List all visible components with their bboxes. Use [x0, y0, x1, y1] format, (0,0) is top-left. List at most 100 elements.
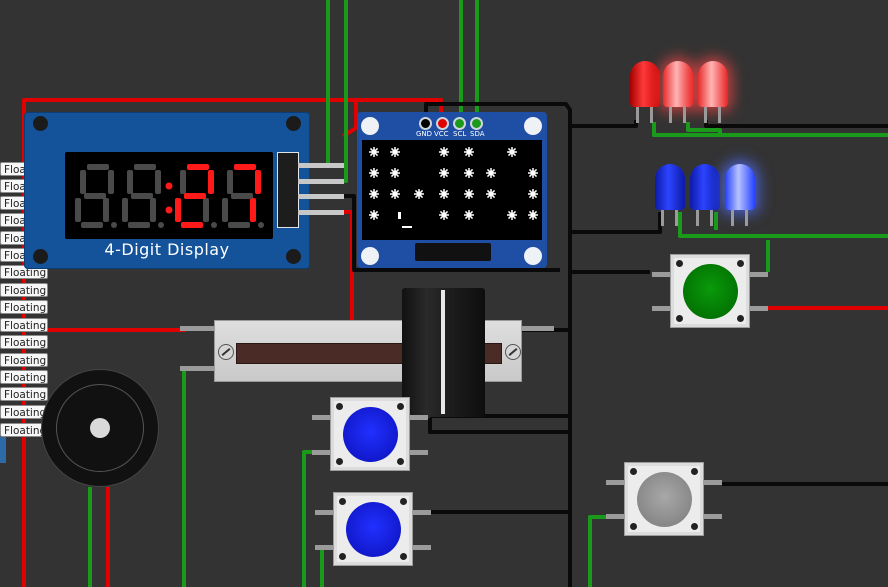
button-leg — [312, 450, 330, 455]
digit-4 — [222, 164, 264, 228]
button-corner — [630, 523, 637, 530]
green-pushbutton[interactable] — [670, 254, 750, 328]
mount-hole — [524, 247, 542, 265]
led-body — [630, 61, 660, 107]
wire-black-blue-leds — [570, 212, 662, 234]
mount-hole — [361, 247, 379, 265]
mount-hole — [361, 117, 379, 135]
oled-sprite — [439, 168, 449, 178]
floating-label: Floating — [0, 300, 48, 314]
button-leg — [750, 272, 768, 277]
segment-f — [127, 170, 133, 194]
oled-pixels — [369, 147, 538, 228]
oled-sprite — [390, 168, 400, 178]
led-leg — [718, 107, 721, 123]
segment-e — [122, 198, 128, 222]
oled-sprite — [486, 189, 496, 199]
button-corner — [737, 260, 744, 267]
segment-d — [81, 222, 103, 228]
oled-pin-gnd[interactable] — [419, 117, 432, 130]
mount-hole — [524, 117, 542, 135]
floating-label: Floating — [0, 370, 48, 384]
led-leg — [731, 210, 734, 226]
segment-g — [231, 193, 253, 199]
button-leg — [704, 480, 722, 485]
led-body — [725, 164, 755, 210]
segment-a — [134, 164, 156, 170]
segment-f — [80, 170, 86, 194]
led-leg — [745, 210, 748, 226]
led-leg — [704, 107, 707, 123]
button-corner — [397, 458, 404, 465]
digit-2 — [122, 164, 164, 228]
button-corner — [336, 458, 343, 465]
pot-knob-marker — [441, 290, 445, 414]
segment-e — [75, 198, 81, 222]
led-leg — [696, 210, 699, 226]
oled-sprite — [507, 210, 517, 220]
segment-a — [187, 164, 209, 170]
oled-pin-label: SCL — [453, 130, 467, 138]
header-pin[interactable] — [298, 210, 344, 215]
oled-pin-vcc[interactable] — [436, 117, 449, 130]
floating-label: Floating — [0, 387, 48, 401]
oled-pin-sda[interactable] — [470, 117, 483, 130]
oled-ship — [398, 212, 401, 219]
decimal-point — [258, 222, 264, 228]
simulator-canvas[interactable]: Floating Floating Floating Floating Floa… — [0, 0, 888, 587]
wire-green-pot — [182, 366, 186, 587]
blue-pushbutton-2[interactable] — [333, 492, 413, 566]
button-leg — [312, 415, 330, 420]
led-leg — [710, 210, 713, 226]
oled-sprite — [464, 147, 474, 157]
floating-label: Floating — [0, 353, 48, 367]
led-body — [698, 61, 728, 107]
gray-pushbutton[interactable] — [624, 462, 704, 536]
blue-pushbutton-1[interactable] — [330, 397, 410, 471]
buzzer[interactable] — [41, 369, 159, 487]
button-corner — [676, 315, 683, 322]
decimal-point — [111, 222, 117, 228]
header-pin[interactable] — [298, 163, 344, 168]
led-body — [663, 61, 693, 107]
oled-sprite — [528, 168, 538, 178]
oled-pin-label: GND — [416, 130, 433, 138]
oled-sprite — [390, 189, 400, 199]
segment-f — [180, 170, 186, 194]
digit-3 — [175, 164, 217, 228]
segment-b — [208, 170, 214, 194]
oled-pin-label: VCC — [434, 130, 449, 138]
oled-sprite — [414, 189, 424, 199]
button-corner — [691, 523, 698, 530]
oled-sprite — [369, 147, 379, 157]
oled-pin-scl[interactable] — [453, 117, 466, 130]
segment-b — [255, 170, 261, 194]
oled-sprite — [369, 168, 379, 178]
header-pin[interactable] — [298, 194, 344, 199]
digit-1 — [75, 164, 117, 228]
segment-g — [84, 193, 106, 199]
mount-hole — [286, 116, 301, 131]
oled-sprite — [390, 147, 400, 157]
segment-d — [128, 222, 150, 228]
segment-f — [227, 170, 233, 194]
led-leg — [661, 210, 664, 226]
decimal-point — [158, 222, 164, 228]
tm1637-4digit-display[interactable]: 4-Digit Display — [24, 112, 344, 269]
oled-sprite — [464, 168, 474, 178]
button-cap — [683, 264, 738, 319]
wire-black-red-leds-b — [704, 120, 888, 128]
segment-c — [250, 198, 256, 222]
led-leg — [650, 107, 653, 123]
decimal-point — [211, 222, 217, 228]
pot-pin — [180, 326, 214, 331]
segment-b — [155, 170, 161, 194]
segment-e — [222, 198, 228, 222]
oled-sprite — [507, 147, 517, 157]
led-leg — [675, 210, 678, 226]
button-leg — [704, 514, 722, 519]
screw-icon — [218, 344, 234, 360]
header-pin[interactable] — [298, 179, 344, 184]
floating-label: Floating — [0, 405, 48, 419]
ssd1306-oled[interactable]: GND VCC SCL SDA — [357, 112, 547, 268]
